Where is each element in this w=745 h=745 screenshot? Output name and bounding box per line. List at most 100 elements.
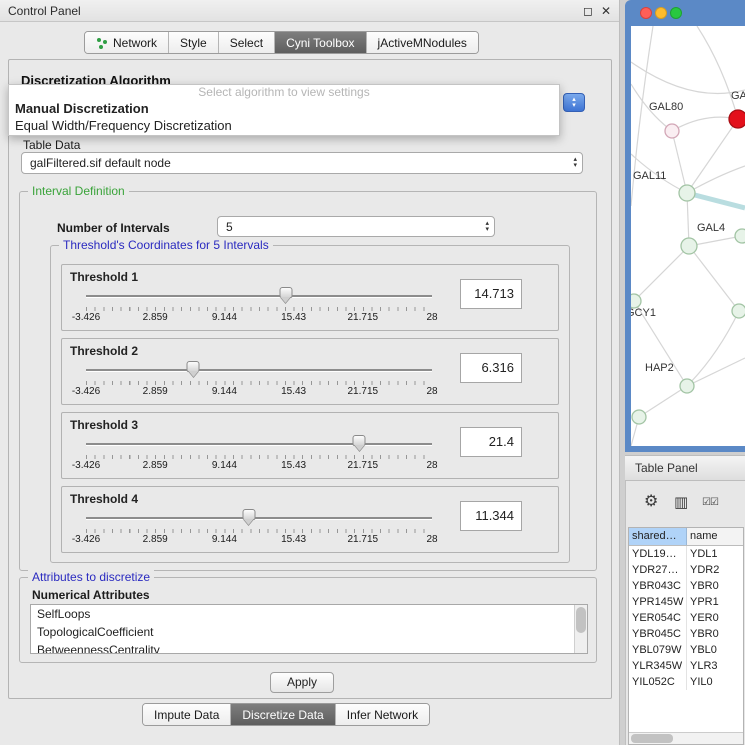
threshold-value-input[interactable]: 11.344 bbox=[460, 501, 522, 531]
tab-network[interactable]: Network bbox=[85, 32, 169, 53]
network-edge[interactable] bbox=[687, 193, 745, 208]
network-edge[interactable] bbox=[672, 117, 738, 131]
network-edge[interactable] bbox=[687, 358, 745, 386]
threshold-value-input[interactable]: 14.713 bbox=[460, 279, 522, 309]
cell-name: YDL1 bbox=[687, 546, 743, 562]
number-of-intervals-combobox[interactable]: 5 bbox=[217, 216, 495, 237]
scrollbar-thumb[interactable] bbox=[631, 734, 673, 743]
slider-thumb-icon[interactable] bbox=[242, 509, 255, 520]
network-edge[interactable] bbox=[697, 26, 738, 119]
threshold-value-input[interactable]: 21.4 bbox=[460, 427, 522, 457]
slider-thumb-icon[interactable] bbox=[353, 435, 366, 446]
table-row[interactable]: YPR145WYPR1 bbox=[629, 594, 743, 610]
network-node[interactable] bbox=[681, 238, 697, 254]
network-node[interactable] bbox=[665, 124, 679, 138]
network-node[interactable] bbox=[732, 304, 745, 318]
network-node[interactable] bbox=[679, 185, 695, 201]
table-row[interactable]: YBR043CYBR0 bbox=[629, 578, 743, 594]
checkboxes-icon[interactable]: ☑☑ bbox=[702, 497, 718, 508]
threshold-block-1: Threshold 1-3.4262.8599.14415.4321.71528… bbox=[61, 264, 559, 331]
tab-jactivemnodules[interactable]: jActiveMNodules bbox=[367, 32, 478, 53]
attribute-item[interactable]: TopologicalCoefficient bbox=[31, 623, 587, 641]
table-row[interactable]: YLR345WYLR3 bbox=[629, 658, 743, 674]
attributes-scrollbar[interactable] bbox=[574, 605, 587, 653]
bottom-tab-discretize-data[interactable]: Discretize Data bbox=[231, 704, 335, 725]
close-icon[interactable]: ✕ bbox=[601, 4, 611, 18]
scale-label: 9.144 bbox=[212, 460, 237, 471]
network-edge[interactable] bbox=[634, 246, 689, 301]
bottom-tab-impute-data[interactable]: Impute Data bbox=[143, 704, 231, 725]
tab-label: Discretize Data bbox=[242, 708, 323, 722]
attributes-list: SelfLoopsTopologicalCoefficientBetweenne… bbox=[31, 605, 587, 654]
attributes-listbox[interactable]: SelfLoopsTopologicalCoefficientBetweenne… bbox=[30, 604, 588, 654]
table-row[interactable]: YIL052CYIL0 bbox=[629, 674, 743, 690]
network-canvas[interactable]: GAL80GAGAL11GAL4GCY1HAP2 bbox=[631, 26, 745, 446]
network-view-window: GAL80GAGAL11GAL4GCY1HAP2 bbox=[625, 0, 745, 452]
float-icon[interactable]: ◻ bbox=[583, 4, 593, 18]
threshold-slider[interactable] bbox=[86, 361, 432, 377]
threshold-slider[interactable] bbox=[86, 287, 432, 303]
slider-scale: -3.4262.8599.14415.4321.71528 bbox=[86, 460, 432, 471]
table-row[interactable]: YDR27…YDR2 bbox=[629, 562, 743, 578]
cell-shared-name: YIL052C bbox=[629, 674, 687, 690]
network-edge[interactable] bbox=[689, 246, 739, 311]
network-node[interactable] bbox=[632, 410, 646, 424]
stepper-icon bbox=[573, 157, 577, 169]
scrollbar-thumb[interactable] bbox=[576, 607, 586, 633]
node-label: GAL80 bbox=[649, 101, 683, 113]
algorithm-option-equal-width-frequency-discretization[interactable]: Equal Width/Frequency Discretization bbox=[9, 117, 559, 134]
slider-ticks bbox=[86, 381, 432, 385]
bottom-tab-infer-network[interactable]: Infer Network bbox=[336, 704, 429, 725]
table-row[interactable]: YBR045CYBR0 bbox=[629, 626, 743, 642]
table-row[interactable]: YER054CYER0 bbox=[629, 610, 743, 626]
mac-minimize-button[interactable] bbox=[655, 7, 667, 19]
tab-select[interactable]: Select bbox=[219, 32, 275, 53]
threshold-slider[interactable] bbox=[86, 435, 432, 451]
gear-icon[interactable]: ⚙ bbox=[644, 491, 658, 511]
slider-thumb-icon[interactable] bbox=[187, 361, 200, 372]
number-of-intervals-label: Number of Intervals bbox=[57, 221, 170, 235]
table-panel-window: ⚙ ▥ ☑☑ shared… name YDL19…YDL1YDR27…YDR2… bbox=[625, 481, 745, 745]
slider-track bbox=[86, 295, 432, 297]
scale-label: 15.43 bbox=[281, 460, 306, 471]
table-row[interactable]: YBL079WYBL0 bbox=[629, 642, 743, 658]
network-node[interactable] bbox=[729, 110, 745, 128]
network-node[interactable] bbox=[735, 229, 745, 243]
table-horizontal-scrollbar[interactable] bbox=[629, 732, 743, 744]
threshold-slider[interactable] bbox=[86, 509, 432, 525]
bottom-tabbar: Impute Data Discretize Data Infer Network bbox=[142, 703, 430, 726]
control-panel-titlebar[interactable]: Control Panel ◻ ✕ bbox=[0, 0, 619, 22]
algorithm-option-manual-discretization[interactable]: Manual Discretization bbox=[9, 100, 559, 117]
network-node[interactable] bbox=[680, 379, 694, 393]
table-data-combobox[interactable]: galFiltered.sif default node bbox=[21, 152, 583, 174]
cell-name: YER0 bbox=[687, 610, 743, 626]
algorithm-combo-stepper-icon[interactable] bbox=[563, 93, 585, 112]
cell-shared-name: YPR145W bbox=[629, 594, 687, 610]
scale-label: 28 bbox=[426, 312, 437, 323]
network-edge[interactable] bbox=[639, 386, 687, 417]
tab-style[interactable]: Style bbox=[169, 32, 219, 53]
mac-close-button[interactable] bbox=[640, 7, 652, 19]
network-edge[interactable] bbox=[687, 311, 739, 386]
threshold-value-input[interactable]: 6.316 bbox=[460, 353, 522, 383]
apply-button[interactable]: Apply bbox=[270, 672, 334, 693]
columns-icon[interactable]: ▥ bbox=[674, 493, 688, 511]
table-body: YDL19…YDL1YDR27…YDR2YBR043CYBR0YPR145WYP… bbox=[629, 546, 743, 690]
table-panel-titlebar[interactable]: Table Panel bbox=[625, 455, 745, 481]
network-node[interactable] bbox=[631, 294, 641, 308]
attribute-item[interactable]: SelfLoops bbox=[31, 605, 587, 623]
slider-track bbox=[86, 369, 432, 371]
scale-label: 21.715 bbox=[348, 312, 379, 323]
slider-thumb-icon[interactable] bbox=[279, 287, 292, 298]
scale-label: 28 bbox=[426, 534, 437, 545]
network-edge[interactable] bbox=[672, 131, 687, 193]
slider-scale: -3.4262.8599.14415.4321.71528 bbox=[86, 312, 432, 323]
tab-cyni-toolbox[interactable]: Cyni Toolbox bbox=[275, 32, 366, 53]
column-header-name[interactable]: name bbox=[687, 528, 743, 545]
scale-label: 15.43 bbox=[281, 312, 306, 323]
table-row[interactable]: YDL19…YDL1 bbox=[629, 546, 743, 562]
column-header-shared-name[interactable]: shared… bbox=[629, 528, 687, 545]
mac-zoom-button[interactable] bbox=[670, 7, 682, 19]
attribute-item[interactable]: BetweennessCentrality bbox=[31, 641, 587, 654]
network-edge[interactable] bbox=[687, 119, 738, 193]
